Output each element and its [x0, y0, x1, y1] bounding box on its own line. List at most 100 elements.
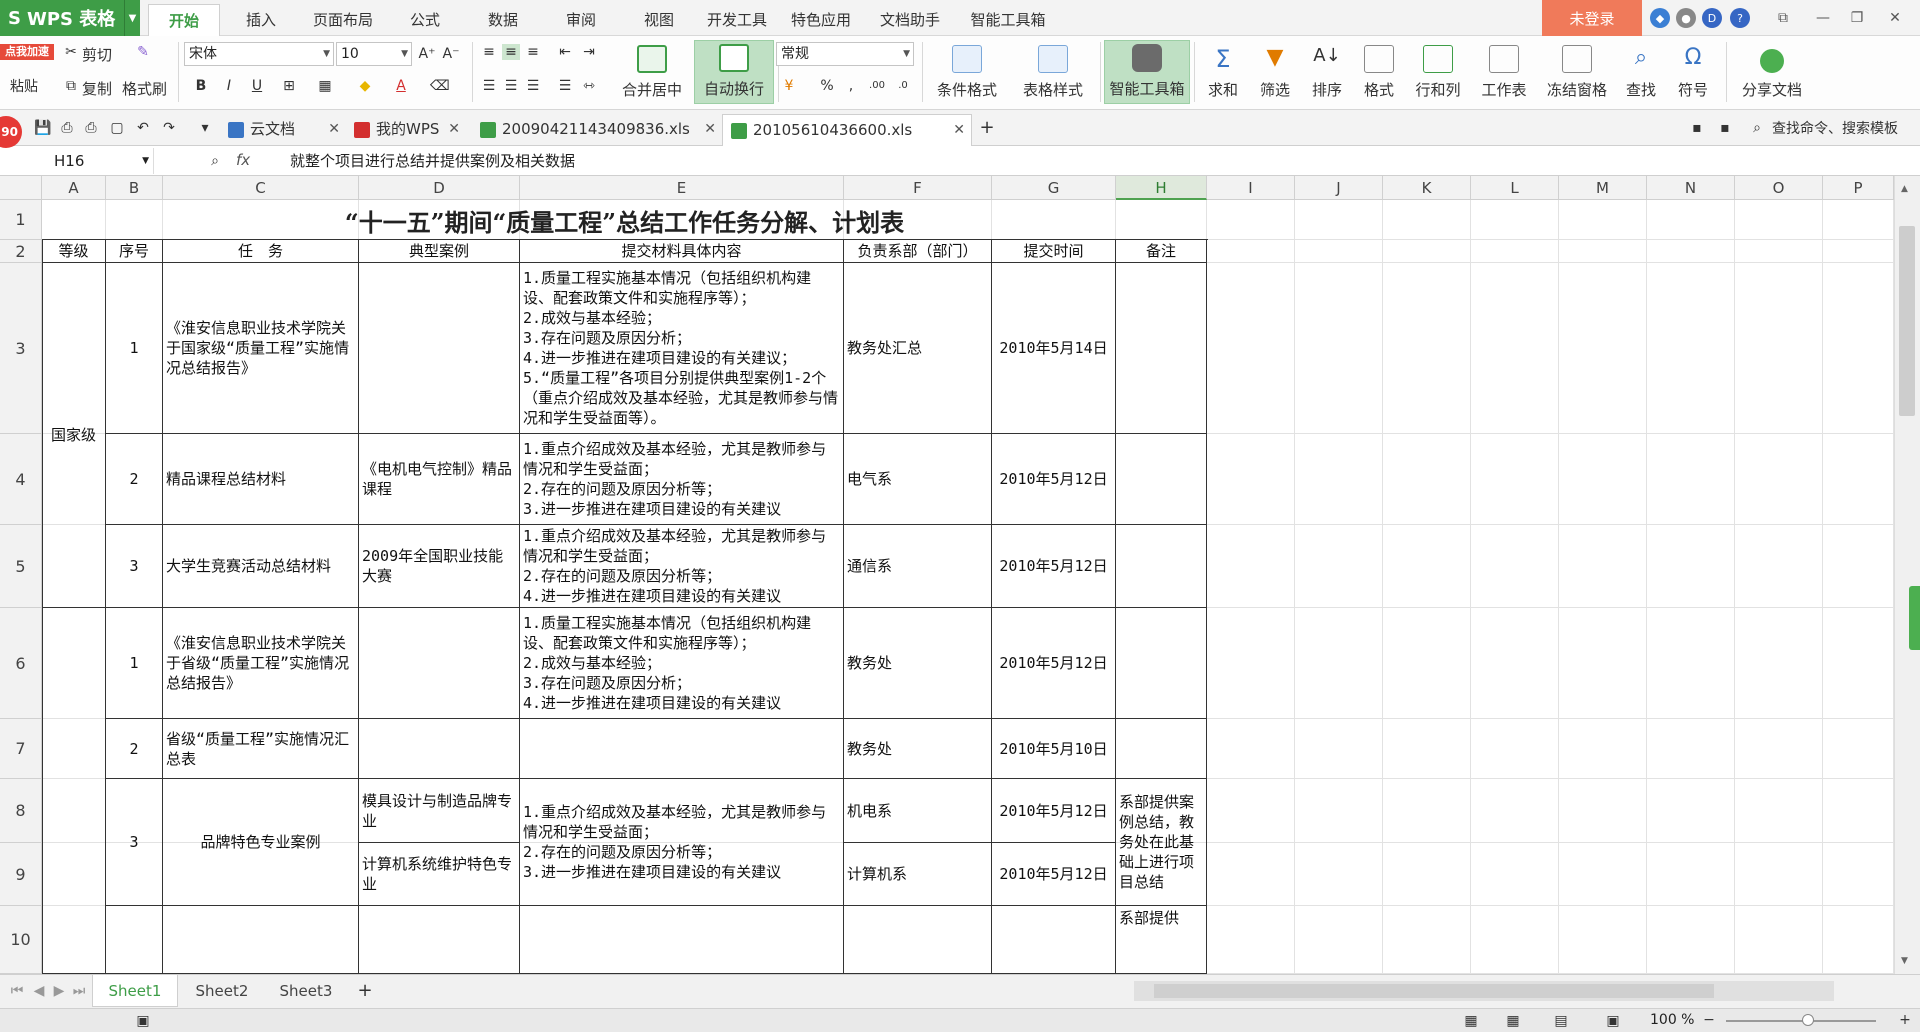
underline-icon[interactable]: U — [248, 78, 266, 94]
align-right-icon[interactable]: ☰ — [524, 78, 542, 94]
spreadsheet-grid[interactable]: ABCDEFGHIJKLMNOP 1 2 3 4 5 6 7 8 9 10 “十一五”期间“质量工… — [0, 176, 1920, 974]
case-cell[interactable] — [359, 608, 520, 719]
close-icon[interactable]: ✕ — [1880, 0, 1910, 36]
doc-tab-file2[interactable]: 20105610436600.xls ✕ — [722, 114, 972, 146]
content-cell[interactable]: 1.质量工程实施基本情况（包括组织机构建设、配套政策文件和实施程序等）； 2.成… — [520, 608, 844, 719]
sum-button[interactable]: Σ 求和 — [1200, 40, 1246, 104]
minimize-icon[interactable]: — — [1808, 0, 1838, 36]
redo-icon[interactable]: ↷ — [160, 120, 178, 136]
fill-color-icon[interactable]: ▦ — [316, 78, 334, 94]
print-icon[interactable]: ⎙ — [82, 120, 100, 136]
cut-button[interactable]: 剪切 — [82, 44, 112, 65]
case-cell[interactable]: 模具设计与制造品牌专业 — [359, 779, 520, 843]
font-grow-icon[interactable]: A⁺ — [418, 46, 436, 62]
tab-features[interactable]: 特色应用 — [784, 4, 858, 36]
table-style-button[interactable]: 表格样式 — [1010, 40, 1096, 104]
align-bottom-icon[interactable]: ≡ — [524, 44, 542, 60]
side-panel-handle[interactable] — [1909, 586, 1920, 650]
tab-page-layout[interactable]: 页面布局 — [300, 4, 386, 36]
no-cell[interactable]: 2 — [106, 434, 163, 525]
dept-cell[interactable]: 通信系 — [844, 525, 992, 608]
header-date[interactable]: 提交时间 — [992, 240, 1116, 263]
header-content[interactable]: 提交材料具体内容 — [520, 240, 844, 263]
freeze-panes-button[interactable]: 冻结窗格 — [1540, 40, 1614, 104]
h-scroll-thumb[interactable] — [1154, 984, 1714, 998]
copy-button[interactable]: 复制 — [82, 78, 112, 99]
sheet-tab-3[interactable]: Sheet3 — [266, 975, 346, 1007]
column-header-c[interactable]: C — [163, 176, 359, 200]
dept-cell[interactable]: 计算机系 — [844, 843, 992, 906]
first-sheet-icon[interactable]: ⏮ — [8, 983, 26, 999]
tab-insert[interactable]: 插入 — [228, 4, 294, 36]
row-header-7[interactable]: 7 — [0, 719, 42, 779]
row10-cell[interactable] — [163, 906, 359, 974]
zoom-slider[interactable] — [1726, 1014, 1876, 1026]
function-icon[interactable]: fx — [236, 151, 250, 169]
login-button[interactable]: 未登录 — [1542, 0, 1642, 36]
scroll-down-icon[interactable]: ▼ — [1901, 956, 1908, 966]
header-dept[interactable]: 负责系部（部门） — [844, 240, 992, 263]
search-command-box[interactable]: 查找命令、搜索模板 — [1772, 118, 1898, 138]
note-cell[interactable]: 系部提供案例总结，教务处在此基础上进行项目总结 — [1116, 779, 1207, 906]
tab-home[interactable]: 开始 — [148, 4, 220, 36]
task-cell[interactable]: 品牌特色专业案例 — [163, 779, 359, 906]
close-icon[interactable]: ✕ — [953, 115, 965, 145]
task-cell[interactable]: 省级“质量工程”实施情况汇总表 — [163, 719, 359, 779]
no-cell[interactable]: 3 — [106, 779, 163, 906]
conditional-format-button[interactable]: 条件格式 — [928, 40, 1006, 104]
row10-cell[interactable] — [106, 906, 163, 974]
column-header-k[interactable]: K — [1383, 176, 1471, 200]
case-cell[interactable]: 《电机电气控制》精品课程 — [359, 434, 520, 525]
task-cell[interactable]: 《淮安信息职业技术学院关于省级“质量工程”实施情况总结报告》 — [163, 608, 359, 719]
distributed-icon[interactable]: ⇿ — [580, 78, 598, 94]
no-cell[interactable]: 1 — [106, 263, 163, 434]
row10-cell[interactable] — [844, 906, 992, 974]
header-no[interactable]: 序号 — [106, 240, 163, 263]
search-icon[interactable]: ⌕ — [1748, 120, 1766, 136]
chevron-down-icon[interactable]: ▾ — [196, 120, 214, 136]
filter-button[interactable]: ▼ 筛选 — [1252, 40, 1298, 104]
page-layout-view-icon[interactable]: ▤ — [1552, 1013, 1570, 1029]
header-case[interactable]: 典型案例 — [359, 240, 520, 263]
case-cell[interactable] — [359, 263, 520, 434]
page-break-view-icon[interactable]: ▦ — [1504, 1013, 1522, 1029]
border-icon[interactable]: ⊞ — [280, 78, 298, 94]
align-middle-icon[interactable]: ≡ — [502, 44, 520, 60]
shield-icon[interactable]: ◆ — [1650, 8, 1670, 28]
font-size-select[interactable]: 10 ▼ — [336, 42, 412, 66]
column-header-n[interactable]: N — [1647, 176, 1735, 200]
zoom-magnifier-icon[interactable]: ⌕ — [206, 153, 224, 169]
column-header-i[interactable]: I — [1207, 176, 1295, 200]
bold-icon[interactable]: B — [192, 78, 210, 94]
cloud-sync-icon[interactable]: D — [1702, 8, 1722, 28]
no-cell[interactable]: 2 — [106, 719, 163, 779]
find-button[interactable]: ⌕ 查找 — [1618, 40, 1664, 104]
chevron-down-icon[interactable]: ▼ — [124, 0, 140, 36]
add-sheet-icon[interactable]: + — [356, 982, 374, 1000]
indent-increase-icon[interactable]: ⇥ — [580, 44, 598, 60]
row10-cell[interactable] — [359, 906, 520, 974]
align-top-icon[interactable]: ≡ — [480, 44, 498, 60]
header-note[interactable]: 备注 — [1116, 240, 1207, 263]
column-header-b[interactable]: B — [106, 176, 163, 200]
number-format-select[interactable]: 常规 ▼ — [776, 42, 914, 66]
content-cell[interactable]: 1.质量工程实施基本情况（包括组织机构建设、配套政策文件和实施程序等）； 2.成… — [520, 263, 844, 434]
row-header-3[interactable]: 3 — [0, 263, 42, 434]
indent-decrease-icon[interactable]: ⇤ — [556, 44, 574, 60]
doc-tab-mywps[interactable]: 我的WPS ✕ — [346, 114, 466, 146]
column-header-p[interactable]: P — [1823, 176, 1894, 200]
last-sheet-icon[interactable]: ⏭ — [70, 983, 88, 999]
column-header-h[interactable]: H — [1116, 176, 1207, 200]
decrease-decimal-icon[interactable]: .0 — [894, 78, 912, 94]
sheet-tab-2[interactable]: Sheet2 — [182, 975, 262, 1007]
header-task[interactable]: 任 务 — [163, 240, 359, 263]
content-cell[interactable]: 1.重点介绍成效及基本经验，尤其是教师参与情况和学生受益面； 2.存在的问题及原… — [520, 434, 844, 525]
vertical-scrollbar[interactable]: ▲ ▼ — [1894, 176, 1920, 974]
tab-doc-assistant[interactable]: 文档助手 — [870, 4, 950, 36]
doc-tab-cloud[interactable]: 云文档 ✕ — [220, 114, 346, 146]
row10-cell[interactable]: 系部提供 — [1116, 906, 1207, 974]
row-header-2[interactable]: 2 — [0, 240, 42, 263]
date-cell[interactable]: 2010年5月12日 — [992, 843, 1116, 906]
worksheet-button[interactable]: 工作表 — [1474, 40, 1534, 104]
percent-icon[interactable]: % — [818, 78, 836, 94]
